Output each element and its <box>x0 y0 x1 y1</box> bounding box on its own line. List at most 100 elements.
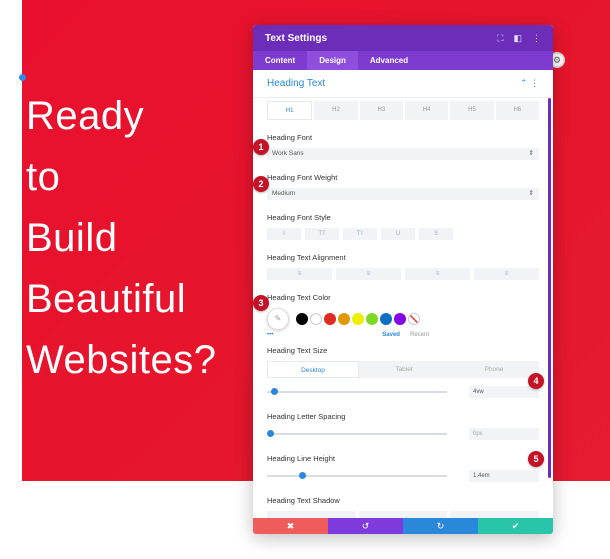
font-style-buttons: I TT Tт U S <box>267 228 539 240</box>
shadow-none[interactable]: ⦸ <box>267 511 356 518</box>
swatch-yellow[interactable] <box>352 313 364 325</box>
lineheight-slider-row: 1.4em <box>267 469 539 483</box>
redo-button[interactable]: ↻ <box>403 518 478 534</box>
size-label: Heading Text Size <box>267 346 328 355</box>
color-label: Heading Text Color <box>267 293 331 302</box>
shadow-preset-1[interactable]: aA <box>358 511 448 518</box>
align-right-icon[interactable]: ≡ <box>405 268 470 280</box>
step-badge-1: 1 <box>253 139 269 155</box>
cancel-button[interactable]: ✖ <box>253 518 328 534</box>
saved-tab[interactable]: Saved <box>382 332 400 338</box>
step-badge-4: 4 <box>528 373 544 389</box>
weight-label: Heading Font Weight <box>267 173 338 182</box>
slider-knob[interactable] <box>267 430 274 437</box>
section-title: Heading Text <box>267 78 326 89</box>
spacing-slider[interactable] <box>267 430 447 437</box>
step-badge-3: 3 <box>253 295 269 311</box>
font-label: Heading Font <box>267 133 313 142</box>
expand-icon[interactable]: ⛶ <box>497 33 503 44</box>
align-justify-icon[interactable]: ≡ <box>474 268 539 280</box>
select-arrows-icon: ⇕ <box>528 190 534 197</box>
style-label: Heading Font Style <box>267 213 331 222</box>
font-select[interactable]: Work Sans ⇕ <box>267 148 539 160</box>
underline-button[interactable]: U <box>381 228 415 240</box>
device-tablet[interactable]: Tablet <box>359 361 449 378</box>
lineheight-slider[interactable] <box>267 472 447 479</box>
lineheight-input[interactable]: 1.4em <box>469 470 539 482</box>
heading-level-h6[interactable]: H6 <box>495 101 539 120</box>
shadow-label: Heading Text Shadow <box>267 496 340 505</box>
hero-line: Ready <box>26 94 145 138</box>
weight-value: Medium <box>272 190 296 197</box>
hero-line: Build <box>26 216 118 260</box>
spacing-slider-row: 0px <box>267 427 539 441</box>
shadow-presets: ⦸ aA aA <box>267 511 540 518</box>
hero-line: to <box>26 155 61 199</box>
hero-line: Websites? <box>26 338 217 382</box>
spacing-input[interactable]: 0px <box>469 428 539 440</box>
step-badge-2: 2 <box>253 176 269 192</box>
swatch-purple[interactable] <box>394 313 406 325</box>
recent-tab[interactable]: Recent <box>410 332 429 338</box>
swatch-black[interactable] <box>296 313 308 325</box>
panel-header: Text Settings ⛶ ◧ ⋮ <box>253 25 553 51</box>
panel-tabs: Content Design Advanced <box>253 51 553 70</box>
panel-footer: ✖ ↺ ↻ ✔ <box>253 518 553 534</box>
swatch-orange[interactable] <box>338 313 350 325</box>
size-slider[interactable] <box>267 388 447 395</box>
heading-level-h3[interactable]: H3 <box>359 101 403 120</box>
panel-scrollbar[interactable] <box>548 98 551 478</box>
italic-button[interactable]: I <box>267 228 301 240</box>
swatch-red[interactable] <box>324 313 336 325</box>
font-value: Work Sans <box>272 150 304 157</box>
tab-advanced[interactable]: Advanced <box>358 51 420 70</box>
hero-heading[interactable]: Ready to Build Beautiful Websites? <box>26 86 217 391</box>
alignment-buttons: ≡ ≡ ≡ ≡ <box>267 268 539 280</box>
heading-level-h4[interactable]: H4 <box>404 101 449 120</box>
shadow-preset-2[interactable]: aA <box>450 511 540 518</box>
module-handle-dot[interactable] <box>19 74 26 81</box>
strikethrough-button[interactable]: S <box>419 228 453 240</box>
slider-knob[interactable] <box>271 388 278 395</box>
swatch-white[interactable] <box>310 313 322 325</box>
align-left-icon[interactable]: ≡ <box>267 268 332 280</box>
panel-body: H1 H2 H3 H4 H5 H6 Heading Font Work Sans… <box>253 98 553 518</box>
size-slider-row: 4vw <box>267 385 539 399</box>
chevron-up-icon[interactable]: ⌃ ⋮ <box>520 78 539 89</box>
canvas: Ready to Build Beautiful Websites? ⚙ Tex… <box>0 0 610 559</box>
lineheight-label: Heading Line Height <box>267 454 335 463</box>
hero-line: Beautiful <box>26 277 187 321</box>
heading-level-h1[interactable]: H1 <box>267 101 313 120</box>
swatch-blue[interactable] <box>380 313 392 325</box>
heading-level-h2[interactable]: H2 <box>314 101 358 120</box>
undo-button[interactable]: ↺ <box>328 518 403 534</box>
select-arrows-icon: ⇕ <box>528 150 534 157</box>
device-desktop[interactable]: Desktop <box>267 361 359 378</box>
panel-title: Text Settings <box>265 32 328 44</box>
eyedropper-icon[interactable]: ✎ <box>267 308 289 330</box>
heading-level-h5[interactable]: H5 <box>450 101 494 120</box>
spacing-label: Heading Letter Spacing <box>267 412 346 421</box>
slider-knob[interactable] <box>299 472 306 479</box>
step-badge-5: 5 <box>528 451 544 467</box>
save-button[interactable]: ✔ <box>478 518 553 534</box>
align-center-icon[interactable]: ≡ <box>336 268 401 280</box>
weight-select[interactable]: Medium ⇕ <box>267 188 539 200</box>
swatch-green[interactable] <box>366 313 378 325</box>
sidebar-icon[interactable]: ◧ <box>513 33 522 44</box>
heading-level-tabs: H1 H2 H3 H4 H5 H6 <box>267 101 539 120</box>
section-header[interactable]: Heading Text ⌃ ⋮ <box>253 70 553 98</box>
no-color-icon[interactable] <box>408 313 420 325</box>
uppercase-button[interactable]: TT <box>305 228 339 240</box>
device-tabs: Desktop Tablet Phone <box>267 361 539 378</box>
more-horizontal-icon[interactable]: ••• <box>267 332 382 338</box>
size-input[interactable]: 4vw <box>469 386 539 398</box>
capitalize-button[interactable]: Tт <box>343 228 377 240</box>
tab-design[interactable]: Design <box>307 51 358 70</box>
tab-content[interactable]: Content <box>253 51 307 70</box>
device-phone[interactable]: Phone <box>449 361 539 378</box>
alignment-label: Heading Text Alignment <box>267 253 346 262</box>
color-palette: ✎ <box>267 308 539 330</box>
palette-tabs: ••• Saved Recent <box>267 332 539 338</box>
more-vertical-icon[interactable]: ⋮ <box>532 33 541 44</box>
